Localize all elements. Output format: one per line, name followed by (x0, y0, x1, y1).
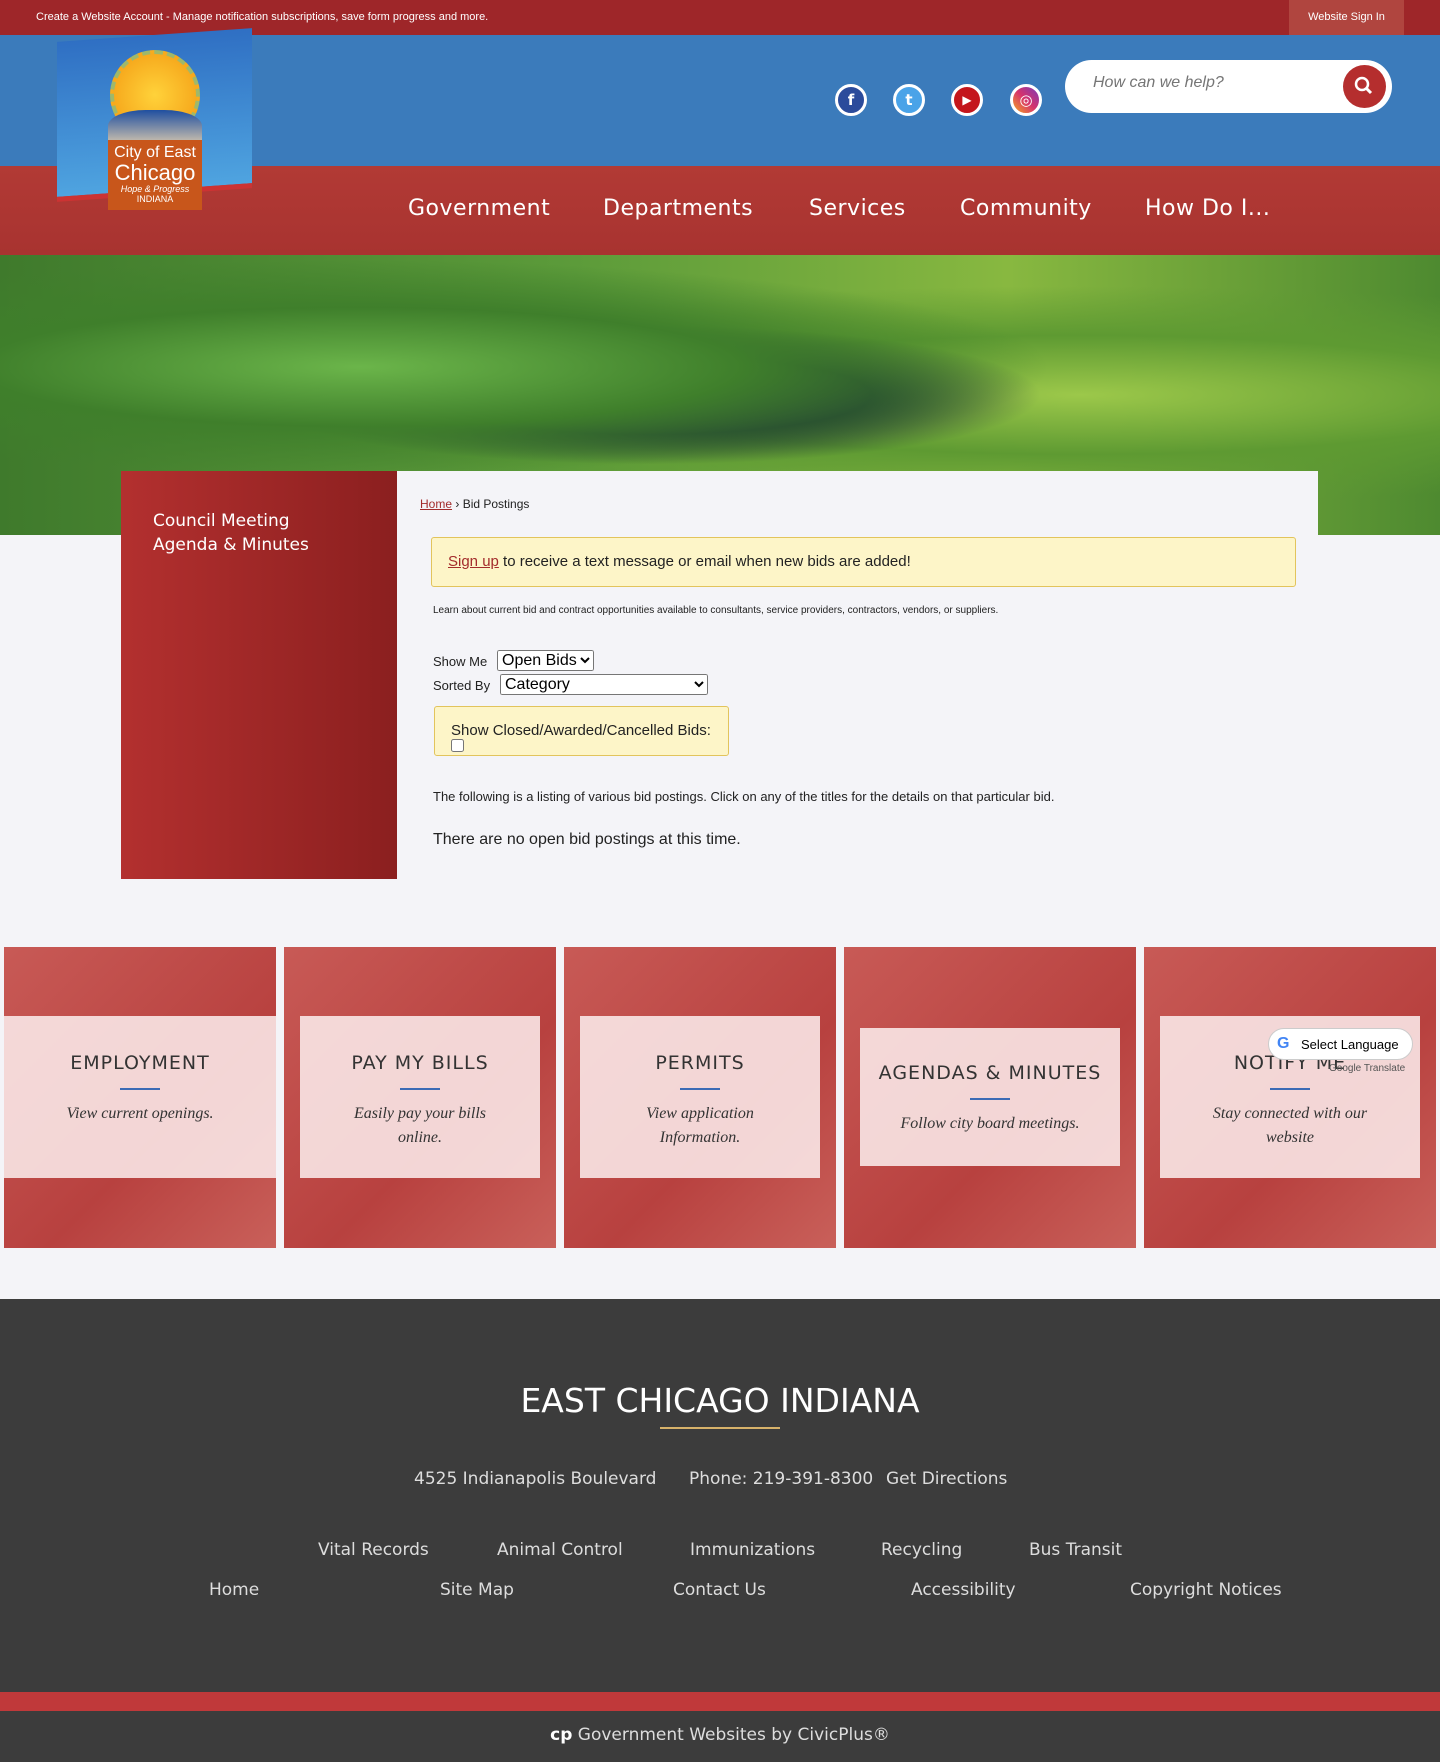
breadcrumb-current: Bid Postings (462, 497, 530, 511)
nav-services[interactable]: Services (809, 196, 906, 221)
nav-departments[interactable]: Departments (603, 196, 753, 221)
select-language-button[interactable]: G Select Language Google Translate (1268, 1028, 1413, 1074)
search-box (1065, 60, 1392, 113)
website-sign-in-button[interactable]: Website Sign In (1289, 0, 1404, 35)
search-input[interactable] (1093, 74, 1323, 92)
google-icon: G (1277, 1035, 1290, 1052)
google-translate-credit: Google Translate (1329, 1063, 1406, 1074)
footer-link-home[interactable]: Home (209, 1580, 259, 1600)
footer-link-immunizations[interactable]: Immunizations (690, 1540, 815, 1560)
nav-community[interactable]: Community (960, 196, 1092, 221)
sidebar-item-council-meeting[interactable]: Council Meeting Agenda & Minutes (153, 509, 333, 557)
footer-link-copyright[interactable]: Copyright Notices (1130, 1580, 1282, 1600)
get-directions-link[interactable]: Get Directions (886, 1469, 1007, 1489)
footer-link-accessibility[interactable]: Accessibility (911, 1580, 1016, 1600)
search-button[interactable] (1343, 65, 1386, 108)
breadcrumb: Home › Bid Postings (420, 497, 530, 511)
footer-link-animal-control[interactable]: Animal Control (497, 1540, 623, 1560)
create-account-link[interactable]: Create a Website Account - Manage notifi… (36, 11, 488, 23)
footer-link-vital-records[interactable]: Vital Records (318, 1540, 429, 1560)
card-agendas-minutes[interactable]: AGENDAS & MINUTES Follow city board meeti… (844, 947, 1136, 1248)
breadcrumb-home[interactable]: Home (420, 497, 452, 511)
show-me-label: Show Me (433, 654, 488, 669)
footer-link-contact-us[interactable]: Contact Us (673, 1580, 766, 1600)
sidebar: Council Meeting Agenda & Minutes (121, 471, 397, 879)
footer-link-bus-transit[interactable]: Bus Transit (1029, 1540, 1122, 1560)
footer-address: 4525 Indianapolis Boulevard (414, 1469, 657, 1489)
show-closed-box: Show Closed/Awarded/Cancelled Bids: (434, 706, 729, 756)
sorted-by-select[interactable]: Category (500, 674, 708, 695)
footer-phone: Phone: 219-391-8300 (689, 1469, 874, 1489)
show-me-select[interactable]: Open Bids (497, 650, 594, 671)
nav-how-do-i[interactable]: How Do I... (1145, 196, 1270, 221)
show-closed-checkbox[interactable] (451, 739, 464, 752)
footer-divider (660, 1427, 780, 1429)
sign-up-link[interactable]: Sign up (448, 553, 499, 570)
footer-link-site-map[interactable]: Site Map (440, 1580, 514, 1600)
sorted-by-label: Sorted By (433, 678, 491, 693)
instagram-icon[interactable]: ◎ (1010, 84, 1042, 116)
main-content: Home › Bid Postings Sign up to receive a… (397, 471, 1318, 891)
civicplus-link[interactable]: Government Websites by CivicPlus® (578, 1725, 890, 1745)
intro-text: Learn about current bid and contract opp… (433, 605, 999, 616)
civicplus-icon: cp (550, 1725, 573, 1745)
search-icon (1354, 76, 1373, 95)
card-employment[interactable]: EMPLOYMENT View current openings. (4, 947, 276, 1248)
card-permits[interactable]: PERMITS View application Information. (564, 947, 836, 1248)
footer-title: EAST CHICAGO INDIANA (520, 1381, 920, 1420)
signup-alert: Sign up to receive a text message or ema… (431, 537, 1296, 587)
footer: EAST CHICAGO INDIANA 4525 Indianapolis B… (0, 1299, 1440, 1692)
card-notify-me[interactable]: NOTIFY ME Stay connected with our website (1144, 947, 1436, 1248)
footer-link-recycling[interactable]: Recycling (881, 1540, 962, 1560)
footer-strip (0, 1692, 1440, 1711)
card-pay-my-bills[interactable]: PAY MY BILLS Easily pay your bills online… (284, 947, 556, 1248)
facebook-icon[interactable]: f (835, 84, 867, 116)
empty-message: There are no open bid postings at this t… (433, 831, 741, 848)
logo[interactable]: City of East Chicago Hope & Progress IND… (100, 40, 210, 212)
youtube-icon[interactable]: ▶ (951, 84, 983, 116)
civicplus-bar: cp Government Websites by CivicPlus® (0, 1711, 1440, 1762)
listing-text: The following is a listing of various bi… (433, 789, 1055, 804)
twitter-icon[interactable]: t (893, 84, 925, 116)
nav-government[interactable]: Government (408, 196, 550, 221)
